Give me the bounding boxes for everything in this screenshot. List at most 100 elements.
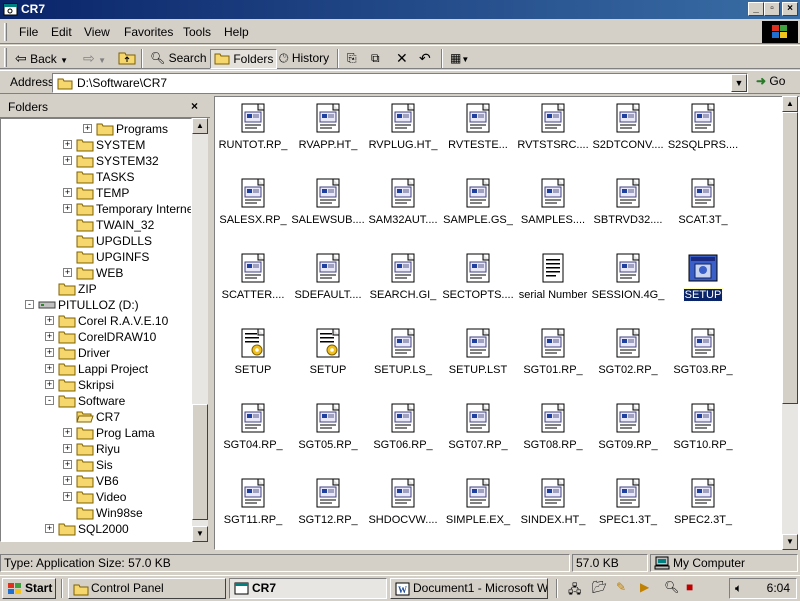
go-button[interactable]: ➜ Go [756, 74, 785, 88]
tree-node[interactable]: + VB6 [63, 473, 191, 489]
tree-node[interactable]: + Video [63, 489, 191, 505]
scrollbar-thumb[interactable] [192, 404, 208, 520]
tree-node[interactable]: CR7 [63, 409, 191, 425]
menu-favorites[interactable]: Favorites [124, 25, 173, 39]
tree-node[interactable]: + CorelDRAW10 [45, 329, 191, 345]
address-field[interactable]: D:\Software\CR7 ▼ [52, 73, 748, 93]
expand-toggle[interactable]: + [63, 188, 72, 197]
file-item[interactable]: RUNTOT.RP_ [215, 99, 291, 171]
back-button[interactable]: ⇦ Back ▼ [12, 49, 71, 69]
file-item[interactable]: RVPLUG.HT_ [365, 99, 441, 171]
start-button[interactable]: Start [2, 578, 56, 599]
file-item[interactable]: SDEFAULT.... [290, 249, 366, 321]
copy-to-button[interactable]: ⧉ [368, 49, 383, 69]
file-item[interactable]: SETUP.LST [440, 324, 516, 396]
menu-tools[interactable]: Tools [183, 25, 211, 39]
file-item[interactable]: SECTOPTS.... [440, 249, 516, 321]
search-button[interactable]: 🔍︎ Search [147, 49, 210, 69]
scroll-up-button[interactable]: ▲ [192, 118, 208, 134]
expand-toggle[interactable]: + [45, 332, 54, 341]
tree-node[interactable]: TWAIN_32 [63, 217, 191, 233]
file-item[interactable]: SGT11.RP_ [215, 474, 291, 546]
tree-node[interactable]: + Programs [83, 121, 191, 137]
file-item[interactable]: SGT08.RP_ [515, 399, 591, 471]
address-dropdown-button[interactable]: ▼ [731, 74, 747, 92]
file-item[interactable]: SCATTER.... [215, 249, 291, 321]
title-bar[interactable]: CR7 _ ▫ × [0, 0, 800, 19]
scroll-up-button[interactable]: ▲ [782, 96, 798, 112]
expand-toggle[interactable]: + [63, 460, 72, 469]
folders-button[interactable]: Folders [210, 49, 278, 69]
expand-toggle[interactable]: + [63, 156, 72, 165]
file-item[interactable]: SGT12.RP_ [290, 474, 366, 546]
move-to-button[interactable]: ⎘ [344, 49, 360, 69]
scroll-down-button[interactable]: ▼ [782, 534, 798, 550]
file-item[interactable]: SIMPLE.EX_ [440, 474, 516, 546]
views-dropdown-icon[interactable]: ▼ [461, 55, 469, 64]
file-item[interactable]: SAMPLES.... [515, 174, 591, 246]
up-folder-button[interactable] [115, 49, 139, 69]
tree-scrollbar[interactable]: ▲ ▼ [192, 118, 208, 542]
file-item[interactable]: RVTESTE... [440, 99, 516, 171]
tree-node[interactable]: Win98se [63, 505, 191, 521]
expand-toggle[interactable]: + [45, 316, 54, 325]
restore-button[interactable]: ▫ [764, 2, 780, 16]
tree-node[interactable]: TASKS [63, 169, 191, 185]
file-item[interactable]: S2SQLPRS.... [665, 99, 741, 171]
views-button[interactable]: ▦▼ [447, 49, 472, 69]
task-control-panel[interactable]: Control Panel [68, 578, 226, 599]
history-button[interactable]: 🕑︎ History [276, 49, 332, 69]
file-item[interactable]: SESSION.4G_ [590, 249, 666, 321]
menu-help[interactable]: Help [224, 25, 249, 39]
tree-node[interactable]: + SYSTEM [63, 137, 191, 153]
file-item[interactable]: SAM32AUT.... [365, 174, 441, 246]
file-item[interactable]: SPEC2.3T_ [665, 474, 741, 546]
menu-view[interactable]: View [84, 25, 110, 39]
tree-node[interactable]: + SQL2000 [45, 521, 191, 537]
tree-node[interactable]: + SYSTEM32 [63, 153, 191, 169]
tree-node[interactable]: + TEMP [63, 185, 191, 201]
expand-toggle[interactable]: + [63, 492, 72, 501]
file-item[interactable]: SPEC1.3T_ [590, 474, 666, 546]
back-dropdown-icon[interactable]: ▼ [60, 56, 68, 65]
file-item[interactable]: RVAPP.HT_ [290, 99, 366, 171]
file-item[interactable]: RVTSTSRC.... [515, 99, 591, 171]
file-item[interactable]: SGT04.RP_ [215, 399, 291, 471]
tree-node[interactable]: + Prog Lama [63, 425, 191, 441]
file-item[interactable]: S2DTCONV.... [590, 99, 666, 171]
tree-node[interactable]: + WEB [63, 265, 191, 281]
clock[interactable]: 6:04 [767, 581, 790, 595]
file-scrollbar[interactable]: ▲ ▼ [782, 96, 798, 550]
expand-toggle[interactable]: + [63, 444, 72, 453]
file-item[interactable]: SEARCH.GI_ [365, 249, 441, 321]
volume-icon[interactable]: 🔈︎ [735, 581, 742, 596]
explorer-icon[interactable]: 📂︎ [592, 580, 607, 594]
expand-toggle[interactable]: + [45, 524, 54, 533]
tree-node[interactable]: + Skripsi [45, 377, 191, 393]
media-player-icon[interactable]: ▶ [640, 580, 649, 594]
tree-node[interactable]: + Driver [45, 345, 191, 361]
delete-button[interactable]: ✕ [393, 49, 411, 69]
menu-file[interactable]: File [19, 25, 38, 39]
tree-node[interactable]: - PITULLOZ (D:) [25, 297, 191, 313]
scroll-down-button[interactable]: ▼ [192, 526, 208, 542]
file-item[interactable]: SETUP [290, 324, 366, 396]
scrollbar-thumb[interactable] [782, 112, 798, 404]
expand-toggle[interactable]: + [45, 348, 54, 357]
file-item[interactable]: SGT09.RP_ [590, 399, 666, 471]
expand-toggle[interactable]: + [63, 268, 72, 277]
file-item[interactable]: SETUP [665, 249, 741, 321]
search-icon[interactable]: 🔍︎ [664, 580, 679, 594]
expand-toggle[interactable]: + [63, 140, 72, 149]
file-item[interactable]: SGT02.RP_ [590, 324, 666, 396]
expand-toggle[interactable]: + [45, 364, 54, 373]
file-item[interactable]: SALEWSUB.... [290, 174, 366, 246]
tree-node[interactable]: UPGINFS [63, 249, 191, 265]
file-item[interactable]: serial Number [515, 249, 591, 321]
task-cr7[interactable]: CR7 [229, 578, 387, 599]
close-window-button[interactable]: × [782, 2, 798, 16]
forward-dropdown-icon[interactable]: ▼ [98, 56, 106, 65]
expand-toggle[interactable]: + [83, 124, 92, 133]
expand-toggle[interactable]: + [45, 380, 54, 389]
collapse-toggle[interactable]: - [45, 396, 54, 405]
